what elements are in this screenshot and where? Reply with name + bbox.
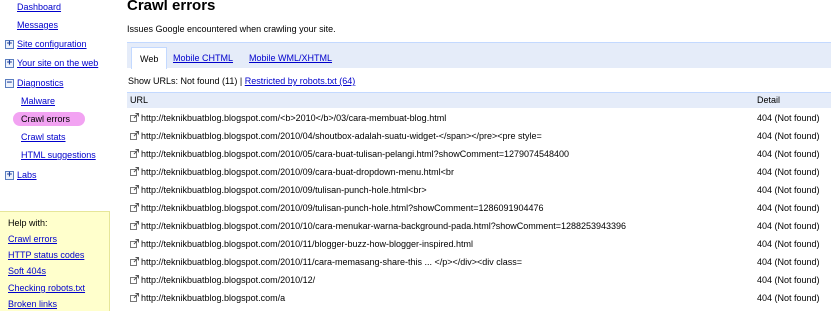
row-detail: 404 (Not found) (757, 275, 820, 285)
nav-label[interactable]: Labs (17, 168, 37, 182)
external-link-icon[interactable] (130, 149, 139, 158)
row-url: http://teknikbuatblog.blogspot.com/2010/… (141, 221, 627, 231)
table-row[interactable]: http://teknikbuatblog.blogspot.com/2010/… (127, 235, 831, 253)
external-link-icon[interactable] (130, 275, 139, 284)
help-link-soft-404s[interactable]: Soft 404s (8, 266, 46, 276)
row-detail: 404 (Not found) (757, 221, 820, 231)
row-url: http://teknikbuatblog.blogspot.com/a (141, 293, 286, 303)
row-detail: 404 (Not found) (757, 149, 820, 159)
nav-label[interactable]: Crawl stats (21, 130, 66, 144)
show-urls-filter: Show URLs: Not found (11) | Restricted b… (128, 76, 355, 86)
expand-plus-icon[interactable]: + (5, 59, 14, 68)
row-detail: 404 (Not found) (757, 203, 820, 213)
expand-plus-icon[interactable]: + (5, 40, 14, 49)
external-link-icon[interactable] (130, 293, 139, 302)
tab-mobile-chtml[interactable]: Mobile CHTML (173, 47, 233, 69)
row-url: http://teknikbuatblog.blogspot.com/2010/… (141, 185, 427, 195)
column-header-url[interactable]: URL (130, 95, 148, 105)
table-row[interactable]: http://teknikbuatblog.blogspot.com/2010/… (127, 145, 831, 163)
tab-label[interactable]: Mobile CHTML (173, 53, 233, 63)
nav-label[interactable]: Dashboard (17, 0, 61, 14)
row-url: http://teknikbuatblog.blogspot.com/2010/… (141, 239, 474, 249)
table-row[interactable]: http://teknikbuatblog.blogspot.com/2010/… (127, 199, 831, 217)
help-link-checking-robots[interactable]: Checking robots.txt (8, 283, 85, 293)
collapse-minus-icon[interactable]: − (5, 79, 14, 88)
external-link-icon[interactable] (130, 221, 139, 230)
filter-current: Show URLs: Not found (11) | (128, 76, 245, 86)
nav-label[interactable]: Your site on the web (17, 56, 98, 70)
help-box: Help with: Crawl errors HTTP status code… (0, 211, 110, 311)
row-url: http://teknikbuatblog.blogspot.com/2010/… (141, 167, 454, 177)
table-header: URL Detail (127, 92, 831, 108)
table-row[interactable]: http://teknikbuatblog.blogspot.com/2010/… (127, 127, 831, 145)
external-link-icon[interactable] (130, 257, 139, 266)
external-link-icon[interactable] (130, 113, 139, 122)
nav-label[interactable]: Diagnostics (17, 76, 64, 90)
help-link-http-status-codes[interactable]: HTTP status codes (8, 250, 84, 260)
external-link-icon[interactable] (130, 167, 139, 176)
row-url: http://teknikbuatblog.blogspot.com/<b>20… (141, 113, 447, 123)
nav-label[interactable]: HTML suggestions (21, 148, 96, 162)
help-link-crawl-errors[interactable]: Crawl errors (8, 234, 57, 244)
table-row[interactable]: http://teknikbuatblog.blogspot.com/2010/… (127, 271, 831, 289)
row-detail: 404 (Not found) (757, 239, 820, 249)
expand-plus-icon[interactable]: + (5, 171, 14, 180)
external-link-icon[interactable] (130, 131, 139, 140)
row-detail: 404 (Not found) (757, 167, 820, 177)
main-content: Crawl errors Issues Google encountered w… (120, 0, 831, 311)
table-row[interactable]: http://teknikbuatblog.blogspot.com/a 404 … (127, 289, 831, 307)
sidebar: Dashboard Messages + Site configuration … (0, 0, 120, 311)
tab-web[interactable]: Web (131, 47, 168, 69)
tab-bar: Web Mobile CHTML Mobile WML/XHTML (127, 42, 831, 69)
nav-label[interactable]: Malware (21, 94, 55, 108)
row-detail: 404 (Not found) (757, 257, 820, 267)
nav-label[interactable]: Crawl errors (21, 112, 70, 126)
row-url: http://teknikbuatblog.blogspot.com/2010/… (141, 203, 544, 213)
tab-mobile-wml-xhtml[interactable]: Mobile WML/XHTML (249, 47, 332, 69)
row-url: http://teknikbuatblog.blogspot.com/2010/… (141, 257, 523, 267)
filter-link-robots[interactable]: Restricted by robots.txt (64) (245, 76, 356, 86)
row-url: http://teknikbuatblog.blogspot.com/2010/… (141, 275, 316, 285)
tab-label[interactable]: Mobile WML/XHTML (249, 53, 332, 63)
external-link-icon[interactable] (130, 239, 139, 248)
column-header-detail[interactable]: Detail (757, 95, 780, 105)
table-row[interactable]: http://teknikbuatblog.blogspot.com/<b>20… (127, 109, 831, 127)
help-link-broken-links[interactable]: Broken links (8, 299, 57, 309)
external-link-icon[interactable] (130, 203, 139, 212)
table-row[interactable]: http://teknikbuatblog.blogspot.com/2010/… (127, 217, 831, 235)
row-url: http://teknikbuatblog.blogspot.com/2010/… (141, 149, 570, 159)
external-link-icon[interactable] (130, 185, 139, 194)
row-detail: 404 (Not found) (757, 185, 820, 195)
row-detail: 404 (Not found) (757, 293, 820, 303)
row-detail: 404 (Not found) (757, 131, 820, 141)
row-url: http://teknikbuatblog.blogspot.com/2010/… (141, 131, 542, 141)
row-detail: 404 (Not found) (757, 113, 820, 123)
nav-label[interactable]: Site configuration (17, 37, 87, 51)
page-title: Crawl errors (127, 0, 216, 14)
nav-label[interactable]: Messages (17, 18, 58, 32)
table-row[interactable]: http://teknikbuatblog.blogspot.com/2010/… (127, 253, 831, 271)
table-row[interactable]: http://teknikbuatblog.blogspot.com/2010/… (127, 181, 831, 199)
table-row[interactable]: http://teknikbuatblog.blogspot.com/2010/… (127, 163, 831, 181)
page-description: Issues Google encountered when crawling … (127, 24, 336, 34)
help-title: Help with: (8, 218, 48, 228)
